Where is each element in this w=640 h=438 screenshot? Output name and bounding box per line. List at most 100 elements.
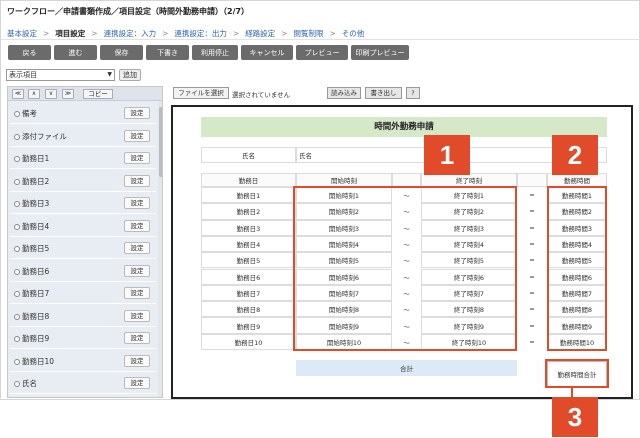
radio-icon[interactable] bbox=[14, 358, 20, 365]
choose-file-button[interactable]: ファイルを選択 bbox=[173, 87, 229, 99]
settings-button[interactable]: 設定 bbox=[124, 264, 150, 277]
list-item[interactable]: 勤務日8 設定 bbox=[10, 306, 156, 327]
row-date[interactable]: 勤務日8 bbox=[201, 301, 296, 318]
row-equals: = bbox=[529, 337, 535, 346]
list-item[interactable]: 勤務日9 設定 bbox=[10, 328, 156, 349]
row-date[interactable]: 勤務日3 bbox=[201, 219, 296, 236]
row-date[interactable]: 勤務日6 bbox=[201, 268, 296, 285]
copy-button[interactable]: コピー bbox=[83, 89, 113, 99]
step-separator: > bbox=[232, 29, 240, 38]
settings-button[interactable]: 設定 bbox=[124, 197, 150, 209]
header-end: 終了時刻 bbox=[421, 173, 517, 187]
draft-button[interactable]: 下書き bbox=[146, 45, 189, 60]
settings-button[interactable]: 設定 bbox=[124, 129, 150, 142]
item-type-select[interactable]: 表示項目 ▼ bbox=[6, 69, 115, 81]
row-equals: = bbox=[529, 240, 535, 249]
radio-icon[interactable] bbox=[14, 111, 20, 117]
disable-button[interactable]: 利用停止 bbox=[192, 45, 238, 60]
step-tab-5[interactable]: 経路設定 bbox=[245, 28, 275, 39]
forward-button[interactable]: 進む bbox=[54, 45, 97, 60]
step-tab-4[interactable]: 連携設定：出力 bbox=[174, 28, 227, 39]
radio-icon[interactable] bbox=[14, 381, 20, 387]
list-item-text: 備考 bbox=[22, 109, 37, 118]
row-date[interactable]: 勤務日4 bbox=[201, 235, 296, 253]
row-date[interactable]: 勤務日10 bbox=[201, 333, 296, 350]
scroll-thumb[interactable] bbox=[159, 107, 162, 177]
scrollbar[interactable] bbox=[158, 101, 162, 397]
list-item[interactable]: 勤務日6 設定 bbox=[10, 261, 156, 282]
radio-icon[interactable] bbox=[14, 291, 20, 297]
list-item[interactable]: 勤務日2 設定 bbox=[10, 171, 156, 192]
list-item-label: 勤務日6 bbox=[14, 266, 49, 277]
radio-icon[interactable] bbox=[14, 156, 20, 162]
row-equals: = bbox=[529, 272, 535, 281]
step-tab-1[interactable]: 基本設定 bbox=[7, 28, 37, 39]
list-item-label: 氏名 bbox=[14, 378, 37, 389]
save-button[interactable]: 保存 bbox=[100, 45, 143, 60]
settings-button[interactable]: 設定 bbox=[124, 332, 150, 344]
cancel-button[interactable]: キャンセル bbox=[241, 45, 293, 60]
back-button[interactable]: 戻る bbox=[8, 45, 51, 60]
total-label[interactable]: 合計 bbox=[296, 360, 517, 376]
row-date[interactable]: 勤務日9 bbox=[201, 317, 296, 334]
settings-button[interactable]: 設定 bbox=[124, 377, 150, 389]
list-item[interactable]: 勤務日10 設定 bbox=[10, 351, 156, 372]
divider bbox=[1, 39, 640, 40]
row-date[interactable]: 勤務日7 bbox=[201, 284, 296, 302]
move-up-button[interactable]: ∧ bbox=[28, 89, 40, 99]
row-date[interactable]: 勤務日2 bbox=[201, 203, 296, 220]
settings-button[interactable]: 設定 bbox=[124, 219, 150, 232]
list-item[interactable]: 備考 設定 bbox=[10, 103, 156, 124]
radio-icon[interactable] bbox=[14, 268, 20, 275]
list-item[interactable]: 勤務日4 設定 bbox=[10, 216, 156, 237]
step-tab-7[interactable]: その他 bbox=[342, 28, 365, 39]
move-bottom-button[interactable]: ≫ bbox=[62, 89, 74, 99]
list-item-label: 勤務日10 bbox=[14, 356, 54, 367]
list-nav-bar: ≪ ∧ ∨ ≫ コピー bbox=[8, 87, 162, 101]
row-date[interactable]: 勤務日5 bbox=[201, 252, 296, 269]
radio-icon[interactable] bbox=[14, 133, 20, 140]
radio-icon[interactable] bbox=[14, 223, 20, 230]
preview-button[interactable]: プレビュー bbox=[296, 45, 348, 60]
radio-icon[interactable] bbox=[14, 313, 20, 320]
window-title: ワークフロー／申請書類作成／項目設定（時間外勤務申請）（2/7） bbox=[7, 7, 250, 16]
radio-icon[interactable] bbox=[14, 246, 20, 252]
list-item[interactable]: 氏名 設定 bbox=[10, 373, 156, 394]
list-item-label: 勤務日1 bbox=[14, 153, 49, 164]
settings-button[interactable]: 設定 bbox=[124, 242, 150, 254]
radio-icon[interactable] bbox=[14, 178, 20, 185]
step-tab-2[interactable]: 項目設定 bbox=[55, 28, 85, 39]
list-item-text: 氏名 bbox=[22, 379, 37, 388]
settings-button[interactable]: 設定 bbox=[124, 309, 150, 322]
radio-icon[interactable] bbox=[14, 336, 20, 342]
settings-button[interactable]: 設定 bbox=[124, 174, 150, 187]
row-equals: = bbox=[529, 256, 535, 265]
name-label[interactable]: 氏名 bbox=[201, 147, 296, 163]
list-item[interactable]: 勤務日1 設定 bbox=[10, 148, 156, 169]
load-button[interactable]: 読み込み bbox=[327, 87, 361, 99]
step-tab-3[interactable]: 連携設定：入力 bbox=[104, 28, 157, 39]
help-icon[interactable]: ? bbox=[406, 87, 420, 99]
move-top-button[interactable]: ≪ bbox=[12, 89, 24, 99]
list-item[interactable]: 勤務日7 設定 bbox=[10, 283, 156, 304]
callout-3-box bbox=[545, 359, 609, 388]
print-preview-button[interactable]: 印刷プレビュー bbox=[351, 45, 409, 60]
list-item[interactable]: 添付ファイル 設定 bbox=[10, 126, 156, 147]
settings-button[interactable]: 設定 bbox=[124, 152, 150, 164]
settings-button[interactable]: 設定 bbox=[124, 354, 150, 367]
settings-button[interactable]: 設定 bbox=[124, 107, 150, 119]
list-item-text: 勤務日7 bbox=[22, 289, 50, 298]
file-status: 選択されていません bbox=[232, 91, 291, 99]
row-date[interactable]: 勤務日1 bbox=[201, 187, 296, 204]
radio-icon[interactable] bbox=[14, 201, 20, 207]
settings-button[interactable]: 設定 bbox=[124, 287, 150, 299]
form-title: 時間外勤務申請 bbox=[201, 117, 607, 137]
move-down-button[interactable]: ∨ bbox=[45, 89, 57, 99]
add-item-button[interactable]: 追加 bbox=[119, 69, 141, 81]
list-item[interactable]: 勤務日5 設定 bbox=[10, 238, 156, 259]
item-list-panel: ≪ ∧ ∨ ≫ コピー 備考 設定 添付ファイル 設定 勤務日1 設定 勤務日2 設定 勤務日3… bbox=[7, 86, 163, 398]
step-separator: > bbox=[329, 29, 336, 38]
list-item[interactable]: 勤務日3 設定 bbox=[10, 193, 156, 214]
step-tab-6[interactable]: 閲覧制限 bbox=[293, 28, 323, 39]
export-button[interactable]: 書き出し bbox=[365, 87, 402, 99]
